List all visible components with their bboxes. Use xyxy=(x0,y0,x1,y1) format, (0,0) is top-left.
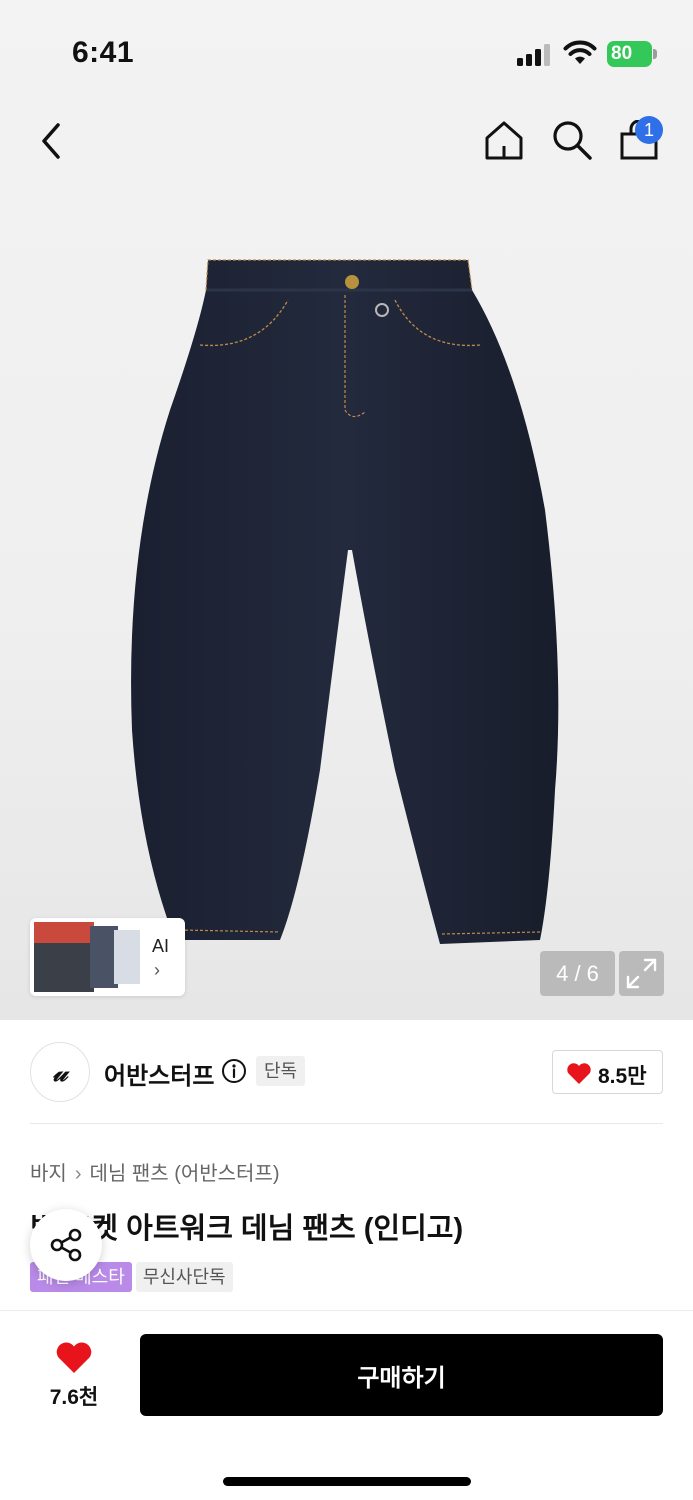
brand-logo[interactable]: 𝓊 xyxy=(30,1042,90,1102)
breadcrumb-item-subcategory[interactable]: 데님 팬츠 (어반스터프) xyxy=(89,1163,279,1185)
image-page-counter: 4 / 6 xyxy=(540,951,615,996)
share-button[interactable] xyxy=(30,1209,102,1281)
breadcrumb-item-category[interactable]: 바지 xyxy=(30,1163,67,1185)
wish-count: 7.6천 xyxy=(49,1386,99,1409)
heart-icon[interactable] xyxy=(55,1341,93,1375)
battery-level: 80 xyxy=(611,43,633,64)
thumbnail-image xyxy=(114,930,140,984)
cart-count-badge: 1 xyxy=(635,116,663,144)
home-icon[interactable] xyxy=(482,118,526,162)
product-image-gallery[interactable]: 6:41 80 1 AI › 4 / 6 xyxy=(0,0,693,1020)
info-icon[interactable] xyxy=(221,1058,247,1084)
home-indicator xyxy=(223,1477,471,1486)
thumbnail-image xyxy=(34,922,94,992)
brand-name[interactable]: 어반스터프 xyxy=(104,1056,214,1091)
cellular-signal-icon xyxy=(517,44,553,66)
wifi-icon xyxy=(563,40,597,64)
status-time: 6:41 xyxy=(72,36,135,69)
divider xyxy=(30,1123,663,1124)
status-bar: 6:41 80 xyxy=(0,0,693,100)
brand-like-button[interactable]: 8.5만 xyxy=(552,1050,663,1094)
search-icon[interactable] xyxy=(550,118,594,162)
heart-icon xyxy=(567,1063,591,1084)
chevron-right-icon: › xyxy=(154,960,160,980)
breadcrumb: 바지 › 데님 팬츠 (어반스터프) xyxy=(30,1157,280,1186)
expand-icon xyxy=(626,958,657,989)
exclusive-tag: 단독 xyxy=(256,1056,306,1086)
chevron-right-icon: › xyxy=(74,1163,82,1185)
tag-badge: 무신사단독 xyxy=(135,1262,233,1292)
ai-label: AI xyxy=(152,936,170,956)
back-chevron-icon[interactable] xyxy=(36,120,68,162)
bottom-action-bar: 7.6천 구매하기 xyxy=(0,1310,693,1500)
denim-pants-photo xyxy=(131,259,559,944)
buy-button[interactable]: 구매하기 xyxy=(140,1334,663,1416)
battery-icon: 80 xyxy=(607,41,657,67)
expand-button[interactable] xyxy=(619,951,664,996)
share-icon xyxy=(50,1228,82,1262)
ai-style-thumbnail[interactable]: AI › xyxy=(30,918,185,996)
brand-row: 𝓊 어반스터프 단독 8.5만 xyxy=(0,1020,693,1125)
brand-like-count: 8.5만 xyxy=(598,1065,647,1088)
